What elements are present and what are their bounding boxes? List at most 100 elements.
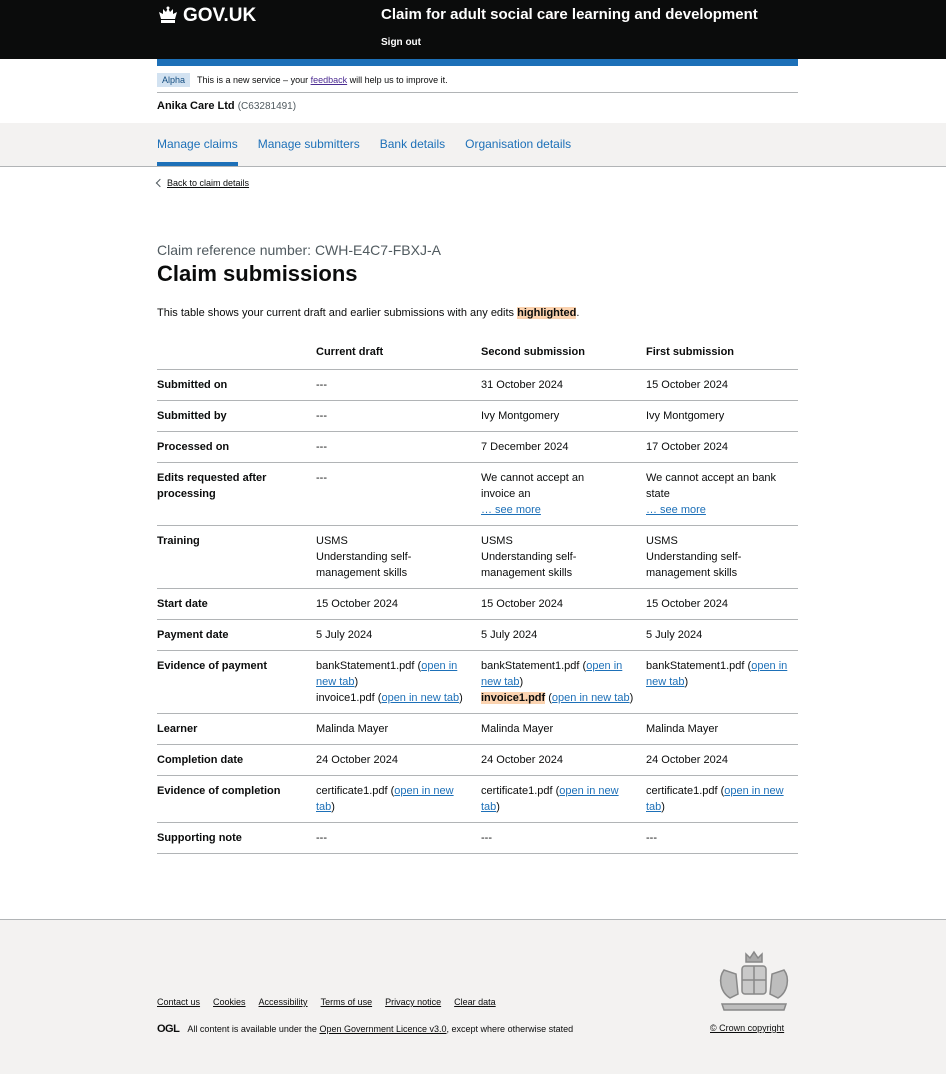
table-row: Supporting note --- --- --- xyxy=(157,823,798,854)
licence-statement: OGL All content is available under the O… xyxy=(157,1023,573,1035)
phase-banner: Alpha This is a new service – your feedb… xyxy=(157,68,798,93)
table-row: Submitted by --- Ivy Montgomery Ivy Mont… xyxy=(157,401,798,432)
cell: 17 October 2024 xyxy=(646,441,728,453)
claim-reference-caption: Claim reference number: CWH-E4C7-FBXJ-A xyxy=(157,242,441,258)
table-row: Evidence of payment bankStatement1.pdf (… xyxy=(157,651,798,714)
row-label: Submitted by xyxy=(157,410,227,422)
site-header: GOV.UK Claim for adult social care learn… xyxy=(0,0,946,59)
back-to-claim-details-link[interactable]: Back to claim details xyxy=(167,178,249,188)
cell: certificate1.pdf (open in new tab) xyxy=(316,785,454,813)
site-footer: Contact us Cookies Accessibility Terms o… xyxy=(0,919,946,1074)
cell: 15 October 2024 xyxy=(481,598,563,610)
row-label: Evidence of completion xyxy=(157,785,281,797)
footer-link-clear-data[interactable]: Clear data xyxy=(454,997,496,1007)
footer-link-privacy-notice[interactable]: Privacy notice xyxy=(385,997,441,1007)
table-row: Payment date 5 July 2024 5 July 2024 5 J… xyxy=(157,620,798,651)
footer-links: Contact us Cookies Accessibility Terms o… xyxy=(157,997,509,1007)
subnav-manage-submitters[interactable]: Manage submitters xyxy=(258,123,360,166)
cell: 24 October 2024 xyxy=(646,754,728,766)
edit-note-text: We cannot accept an invoice an xyxy=(481,472,585,500)
row-label: Supporting note xyxy=(157,832,242,844)
cell: certificate1.pdf (open in new tab) xyxy=(646,785,784,813)
table-row: Training USMS Understanding self-managem… xyxy=(157,526,798,589)
crown-icon xyxy=(159,6,177,23)
open-in-new-tab-link[interactable]: open in new tab xyxy=(381,692,459,704)
header-container: GOV.UK Claim for adult social care learn… xyxy=(157,0,798,59)
back-link-container: Back to claim details xyxy=(155,178,249,188)
header-blank xyxy=(157,340,316,370)
file-name: certificate1.pdf xyxy=(646,785,718,797)
cell: --- xyxy=(316,379,327,391)
crown-copyright-link[interactable]: © Crown copyright xyxy=(710,1023,784,1033)
file-name: invoice1.pdf xyxy=(316,692,375,704)
cell: 31 October 2024 xyxy=(481,379,563,391)
file-name-highlighted: invoice1.pdf xyxy=(481,692,546,704)
page-title: Claim submissions xyxy=(157,261,358,286)
see-more-link[interactable]: … see more xyxy=(646,504,706,516)
cell: --- xyxy=(316,410,327,422)
training-name: Understanding self-management skills xyxy=(316,551,412,579)
cell: 5 July 2024 xyxy=(481,629,538,641)
govuk-logo-link[interactable]: GOV.UK xyxy=(157,5,256,27)
header-second-submission: Second submission xyxy=(481,346,585,358)
subnav-organisation-details[interactable]: Organisation details xyxy=(465,123,571,166)
phase-tag: Alpha xyxy=(157,73,191,87)
organisation-reference: (C63281491) xyxy=(237,101,297,112)
intro-after: . xyxy=(576,307,580,319)
cell: 15 October 2024 xyxy=(316,598,398,610)
cell: --- xyxy=(316,832,327,844)
cell: USMS Understanding self-management skill… xyxy=(481,526,646,589)
intro-highlight: highlighted xyxy=(517,307,577,319)
licence-before: All content is available under the xyxy=(187,1024,317,1034)
phase-text-before: This is a new service – your xyxy=(197,75,309,85)
cell: 5 July 2024 xyxy=(646,629,703,641)
row-label: Edits requested after processing xyxy=(157,472,267,500)
row-label: Start date xyxy=(157,598,208,610)
row-label: Evidence of payment xyxy=(157,660,268,672)
file-name: bankStatement1.pdf xyxy=(316,660,415,672)
row-label: Submitted on xyxy=(157,379,228,391)
edit-note-text: We cannot accept an bank state xyxy=(646,472,777,500)
sign-out-link[interactable]: Sign out xyxy=(381,37,421,48)
intro-before: This table shows your current draft and … xyxy=(157,307,515,319)
chevron-left-icon xyxy=(155,178,165,188)
organisation-name: Anika Care Ltd xyxy=(157,100,235,112)
header-blue-bar xyxy=(157,59,798,66)
training-code: USMS xyxy=(646,535,678,547)
cell: We cannot accept an bank state … see mor… xyxy=(646,463,798,526)
footer-link-cookies[interactable]: Cookies xyxy=(213,997,246,1007)
open-government-licence-link[interactable]: Open Government Licence v3.0 xyxy=(319,1024,446,1034)
footer-link-accessibility[interactable]: Accessibility xyxy=(259,997,308,1007)
open-in-new-tab-link[interactable]: open in new tab xyxy=(552,692,630,704)
royal-coat-of-arms-icon xyxy=(719,950,789,1011)
cell: 15 October 2024 xyxy=(646,379,728,391)
cell: USMS Understanding self-management skill… xyxy=(646,526,798,589)
cell: We cannot accept an invoice an … see mor… xyxy=(481,463,646,526)
cell: bankStatement1.pdf (open in new tab) inv… xyxy=(481,660,634,704)
see-more-link[interactable]: … see more xyxy=(481,504,541,516)
footer-link-contact-us[interactable]: Contact us xyxy=(157,997,200,1007)
table-row: Submitted on --- 31 October 2024 15 Octo… xyxy=(157,370,798,401)
subnav-manage-claims[interactable]: Manage claims xyxy=(157,123,238,166)
cell: bankStatement1.pdf (open in new tab) xyxy=(646,660,788,688)
cell: 15 October 2024 xyxy=(646,598,728,610)
table-row: Learner Malinda Mayer Malinda Mayer Mali… xyxy=(157,714,798,745)
cell: Malinda Mayer xyxy=(316,723,389,735)
cell: USMS Understanding self-management skill… xyxy=(316,526,481,589)
row-label: Payment date xyxy=(157,629,229,641)
subnav-bank-details[interactable]: Bank details xyxy=(380,123,445,166)
cell: --- xyxy=(316,441,327,453)
cell: --- xyxy=(481,832,492,844)
file-name: certificate1.pdf xyxy=(481,785,553,797)
cell: Ivy Montgomery xyxy=(481,410,560,422)
table-row: Edits requested after processing --- We … xyxy=(157,463,798,526)
cell: 24 October 2024 xyxy=(316,754,398,766)
table-row: Evidence of completion certificate1.pdf … xyxy=(157,776,798,823)
service-name[interactable]: Claim for adult social care learning and… xyxy=(381,6,758,23)
licence-after: , except where otherwise stated xyxy=(446,1024,574,1034)
feedback-link[interactable]: feedback xyxy=(311,75,348,85)
cell: --- xyxy=(316,472,327,484)
organisation-heading: Anika Care Ltd (C63281491) xyxy=(157,100,296,112)
training-code: USMS xyxy=(316,535,348,547)
footer-link-terms-of-use[interactable]: Terms of use xyxy=(321,997,373,1007)
